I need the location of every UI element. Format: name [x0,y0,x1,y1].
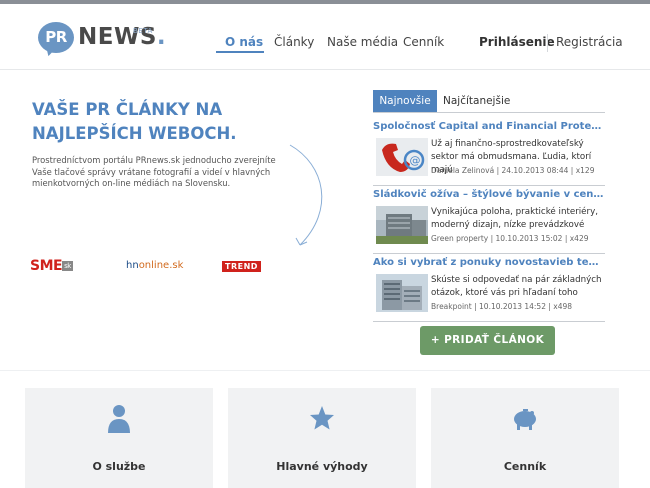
logo-bubble: PR [38,22,74,53]
logo-dot: . [156,24,167,50]
card-label: Cenník [503,460,547,473]
article-title[interactable]: Ako si vybrať z ponuky novostavieb ten s… [373,257,605,268]
article-excerpt: Vynikajúca poloha, praktické interiéry, … [431,207,599,230]
nav-separator [547,34,548,52]
piggy-bank-icon [514,409,536,430]
login-link[interactable]: Prihlásenie [479,35,555,49]
logo-pr-text: PR [45,28,67,46]
person-icon [108,405,130,433]
article-divider [373,253,605,254]
register-link[interactable]: Registrácia [556,35,623,49]
tab-najcitanejsie[interactable]: Najčítanejšie [443,90,510,112]
svg-text:@: @ [410,154,421,167]
sme-logo[interactable]: SME sk [30,258,73,274]
card-label: O službe [92,460,146,473]
apartment-thumbnail [376,274,428,312]
building-thumbnail [376,206,428,244]
hn-text: hn [126,260,139,271]
site-header: PR NEWS. BETA O nás Články Naše média Ce… [0,4,650,70]
nav-cennik[interactable]: Cenník [403,35,444,49]
article-excerpt: Skúste si odpovedať na pár základných ot… [431,275,602,298]
beta-badge: BETA [133,27,153,35]
sme-sk-badge: sk [62,261,73,271]
list-item[interactable]: Sládkovič ožíva – štýlové bývanie v cent… [373,189,605,255]
curved-arrow-icon [289,144,323,246]
card-label: Hlavné výhody [276,460,368,473]
tab-najnovsie[interactable]: Najnovšie [373,90,437,112]
trend-logo[interactable]: TREND [222,261,261,272]
article-divider [373,321,605,322]
article-divider [373,185,605,186]
hn-online-text: online.sk [138,260,184,271]
article-meta: Daniela Zelinová | 24.10.2013 08:44 | x1… [431,166,595,175]
nav-nase-media[interactable]: Naše média [327,35,398,49]
card-hlavne-vyhody[interactable]: Hlavné výhody [228,388,416,488]
nav-clanky[interactable]: Články [274,35,314,49]
card-cennik[interactable]: Cenník [431,388,619,488]
star-icon [310,406,334,430]
card-o-sluzbe[interactable]: O službe [25,388,213,488]
nav-active-underline [216,51,264,53]
logo-text: NEWS. [78,24,166,50]
telephone-thumbnail: @ [376,138,428,176]
hnonline-logo[interactable]: hnonline.sk [126,260,183,271]
article-title[interactable]: Spoločnosť Capital and Financial Protect… [373,121,605,132]
tabs-underline [373,112,605,113]
article-meta: Green property | 10.10.2013 15:02 | x429 [431,234,589,243]
article-title[interactable]: Sládkovič ožíva – štýlové bývanie v cent… [373,189,605,200]
add-article-button[interactable]: + PRIDAŤ ČLÁNOK [420,326,555,355]
article-meta: Breakpoint | 10.10.2013 14:52 | x498 [431,302,573,311]
logo-bubble-tail [42,45,56,58]
hero-title: VAŠE PR ČLÁNKY NA NAJLEPŠÍCH WEBOCH. [32,100,237,143]
list-item[interactable]: Ako si vybrať z ponuky novostavieb ten s… [373,257,605,323]
sme-logo-text: SME [30,258,63,274]
list-item[interactable]: Spoločnosť Capital and Financial Protect… [373,121,605,187]
nav-o-nas[interactable]: O nás [225,35,263,49]
